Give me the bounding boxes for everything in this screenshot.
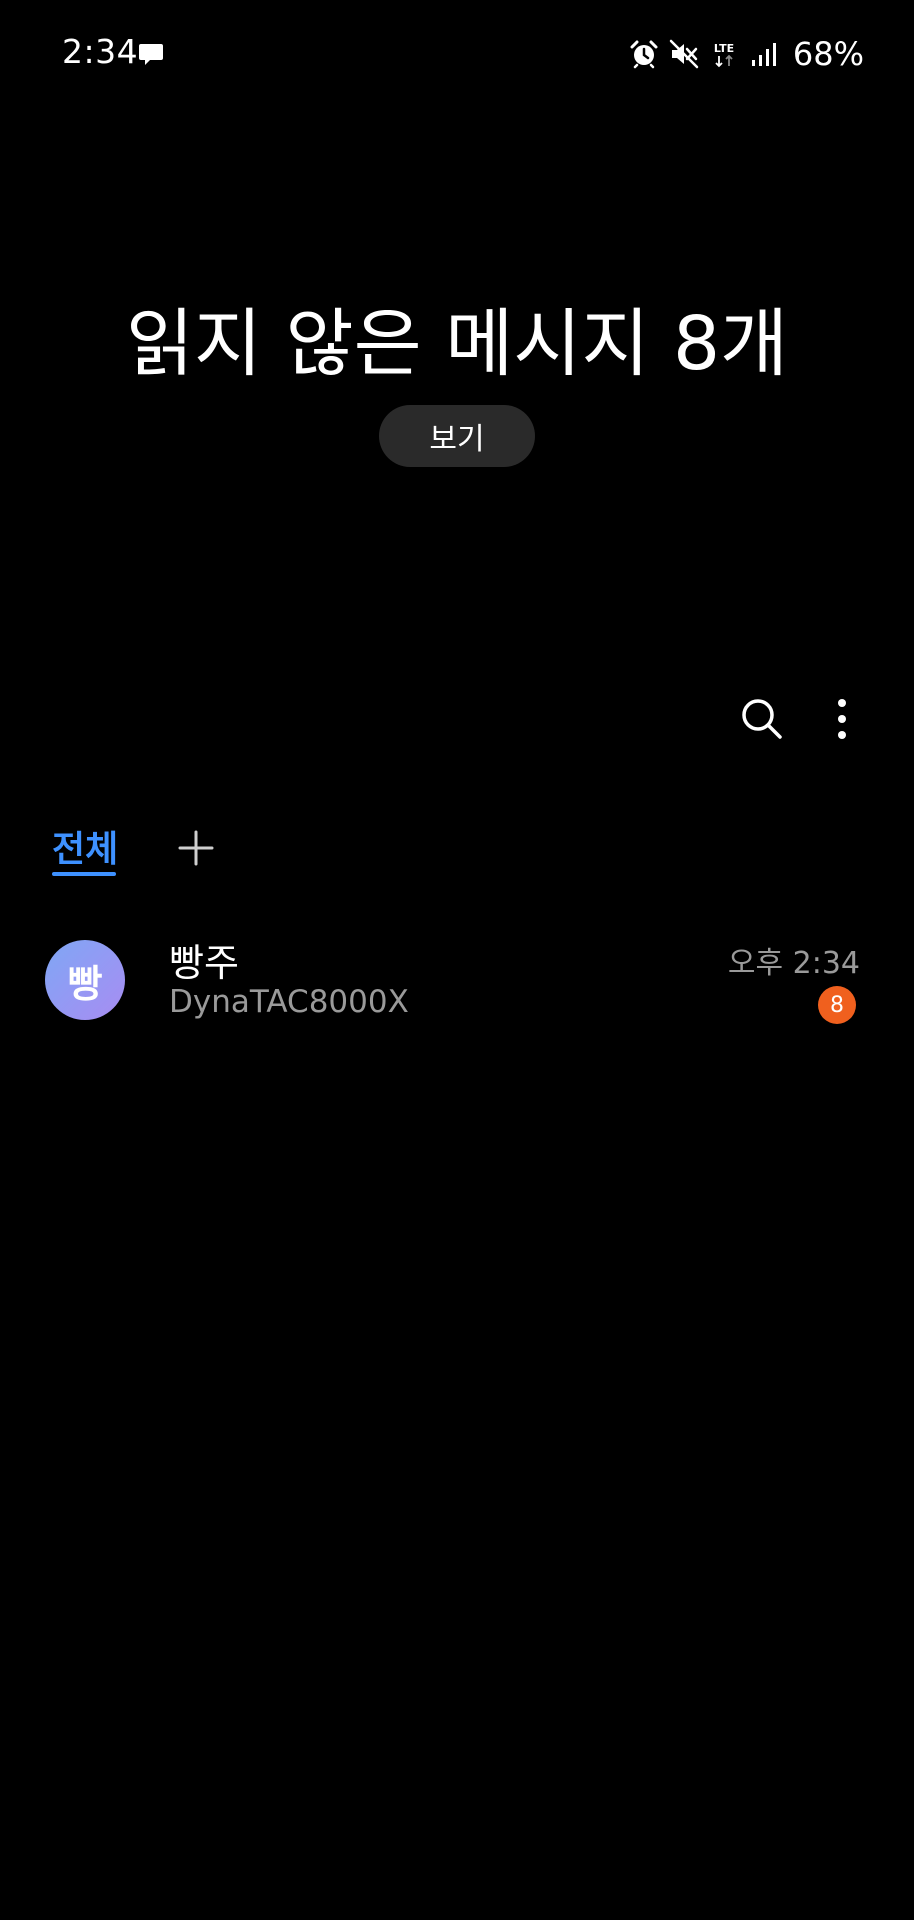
search-icon[interactable] xyxy=(738,695,786,743)
status-time: 2:34 xyxy=(62,32,139,71)
unread-count-title: 읽지 않은 메시지 8개 xyxy=(125,301,789,387)
conversation-time: 오후 2:34 xyxy=(727,946,860,981)
avatar: 빵 xyxy=(45,940,125,1020)
plus-icon[interactable] xyxy=(176,828,216,868)
tab-all[interactable]: 전체 xyxy=(52,820,118,872)
view-button[interactable]: 보기 xyxy=(379,405,535,467)
lte-icon: LTE xyxy=(709,39,739,69)
alarm-icon xyxy=(629,39,659,69)
status-icons: LTE 68% xyxy=(629,34,864,74)
svg-text:LTE: LTE xyxy=(714,42,734,55)
mute-icon xyxy=(669,39,699,69)
battery-level: 68% xyxy=(792,35,864,73)
unread-badge: 8 xyxy=(818,986,856,1024)
message-notification-icon xyxy=(137,40,165,68)
tab-all-indicator xyxy=(52,872,116,876)
more-options-icon[interactable] xyxy=(824,695,860,743)
conversation-preview: DynaTAC8000X xyxy=(169,984,409,1020)
status-bar: 2:34 LTE 68% xyxy=(0,0,914,105)
conversation-item[interactable]: 빵 빵주 DynaTAC8000X 오후 2:34 8 xyxy=(0,920,914,1040)
signal-icon xyxy=(749,39,779,69)
conversation-name: 빵주 xyxy=(169,941,239,985)
